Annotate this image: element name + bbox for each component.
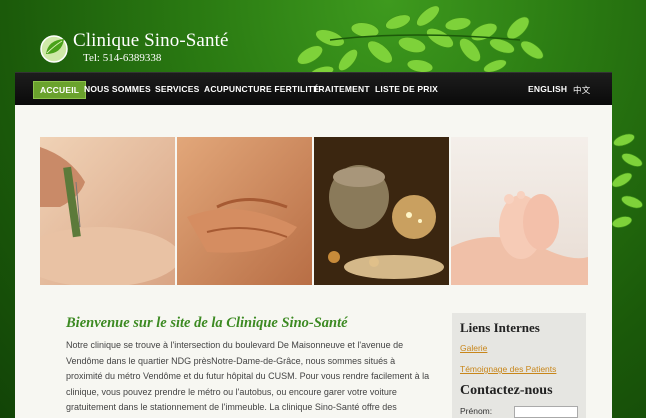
nav-item-services[interactable]: SERVICES <box>155 84 199 94</box>
baby-feet-photo <box>451 137 588 285</box>
contact-heading: Contactez-nous <box>460 383 553 398</box>
nav-item-traitement[interactable]: TRAITEMENT <box>313 84 370 94</box>
nav-item-liste-de-prix[interactable]: LISTE DE PRIX <box>375 84 438 94</box>
side-leaves-decoration <box>611 133 643 228</box>
photo-banner <box>40 137 588 285</box>
nav-item-nous-sommes[interactable]: NOUS SOMMES <box>84 84 151 94</box>
lang-english-link[interactable]: ENGLISH <box>528 84 567 94</box>
leaf-logo-icon <box>40 35 68 63</box>
acupuncture-photo <box>40 137 175 285</box>
sidebar: Liens Internes Galerie Témoignage des Pa… <box>452 313 586 418</box>
first-name-label: Prénom: <box>460 406 493 416</box>
site-phone: Tel: 514-6389338 <box>83 52 162 64</box>
gallery-link[interactable]: Galerie <box>460 343 487 353</box>
herbal-medicine-photo <box>314 137 449 285</box>
nav-item-acupuncture-fertilite[interactable]: ACUPUNCTURE FERTILITÉ <box>204 84 319 94</box>
main-navigation: ACCUEIL NOUS SOMMES SERVICES ACUPUNCTURE… <box>15 72 612 107</box>
testimonials-link[interactable]: Témoignage des Patients <box>460 364 556 374</box>
intro-paragraph: Notre clinique se trouve à l'intersectio… <box>66 340 430 412</box>
nav-item-accueil[interactable]: ACCUEIL <box>33 81 87 99</box>
massage-photo <box>177 137 312 285</box>
links-heading: Liens Internes <box>460 320 540 335</box>
lang-chinese-link[interactable]: 中文 <box>573 84 590 96</box>
first-name-input[interactable] <box>514 406 578 418</box>
welcome-heading: Bienvenue sur le site de la Clinique Sin… <box>66 315 348 331</box>
site-title[interactable]: Clinique Sino-Santé <box>73 30 228 52</box>
